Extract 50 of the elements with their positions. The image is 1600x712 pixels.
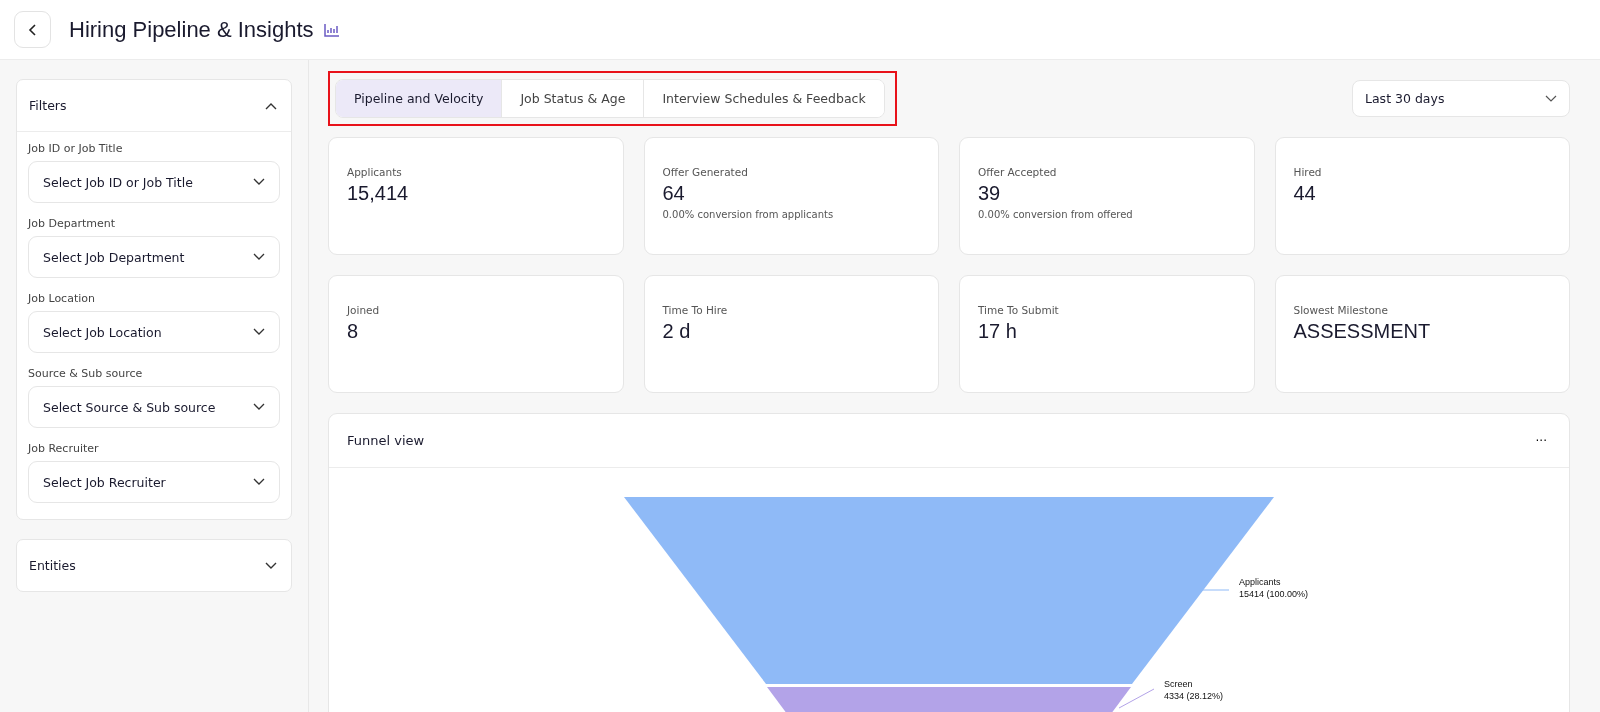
metric-value: ASSESSMENT bbox=[1293, 320, 1431, 343]
metric-value: 44 bbox=[1293, 182, 1316, 205]
more-button[interactable]: ··· bbox=[1531, 433, 1551, 448]
stage-name: Applicants bbox=[1239, 577, 1281, 587]
metric-label: Hired bbox=[1293, 166, 1322, 178]
bar-chart-icon bbox=[323, 22, 340, 37]
chevron-down-icon bbox=[253, 253, 265, 261]
page-title: Hiring Pipeline & Insights bbox=[69, 16, 314, 43]
metric-label: Time To Submit bbox=[978, 304, 1059, 316]
select-field[interactable]: Select Job Recruiter bbox=[28, 461, 280, 503]
entities-title: Entities bbox=[29, 558, 76, 573]
metric-label: Applicants bbox=[347, 166, 402, 178]
metric-label: Offer Accepted bbox=[978, 166, 1057, 178]
metric-value: 2 d bbox=[662, 320, 691, 343]
metric-value: 8 bbox=[347, 320, 359, 343]
metric-note: 0.00% conversion from applicants bbox=[662, 209, 834, 220]
metric-value: 39 bbox=[978, 182, 1001, 205]
filters-title: Filters bbox=[29, 98, 67, 113]
metric-label: Time To Hire bbox=[662, 304, 728, 316]
select-field[interactable]: Select Job Location bbox=[28, 311, 280, 353]
select-field[interactable]: Select Job Department bbox=[28, 236, 280, 278]
tab[interactable]: Pipeline and Velocity bbox=[336, 80, 503, 117]
field-label: Job ID or Job Title bbox=[28, 142, 124, 155]
chevron-down-icon bbox=[1545, 94, 1557, 103]
stage-reading: 4334 (28.12%) bbox=[1164, 691, 1224, 701]
metric-label: Slowest Milestone bbox=[1293, 304, 1388, 316]
metric-note: 0.00% conversion from offered bbox=[978, 209, 1133, 220]
metric-value: 64 bbox=[662, 182, 685, 205]
metric-value: 15,414 bbox=[347, 182, 409, 205]
chevron-down-icon bbox=[253, 478, 265, 486]
back-button[interactable] bbox=[14, 11, 51, 48]
leader-line bbox=[1118, 688, 1155, 709]
funnel-title: Funnel view bbox=[347, 433, 425, 448]
field-label: Job Recruiter bbox=[28, 442, 100, 455]
stage-name: Screen bbox=[1164, 679, 1193, 689]
chevron-down-icon bbox=[253, 328, 265, 336]
field-label: Job Department bbox=[28, 217, 117, 230]
leader-line bbox=[1201, 589, 1230, 591]
field-label: Source & Sub source bbox=[28, 367, 144, 380]
select-field[interactable]: Select Job ID or Job Title bbox=[28, 161, 280, 203]
chevron-down-icon bbox=[253, 178, 265, 186]
chevron-icon[interactable] bbox=[264, 560, 278, 571]
metric-label: Joined bbox=[347, 304, 380, 316]
metric-label: Offer Generated bbox=[662, 166, 748, 178]
field-label: Job Location bbox=[28, 292, 96, 305]
metric-value: 17 h bbox=[978, 320, 1017, 343]
chevron-down-icon bbox=[253, 403, 265, 411]
date-range-select[interactable]: Last 30 days bbox=[1352, 80, 1570, 117]
stage-reading: 15414 (100.00%) bbox=[1239, 589, 1309, 599]
select-field[interactable]: Select Source & Sub source bbox=[28, 386, 280, 428]
